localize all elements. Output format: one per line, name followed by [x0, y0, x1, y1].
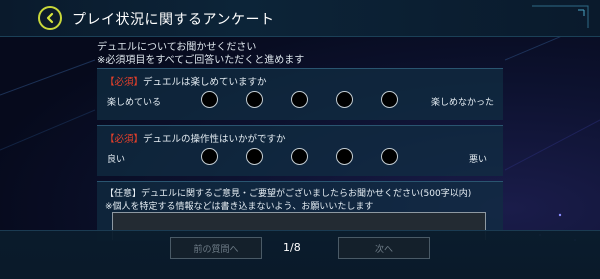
next-button[interactable]: 次へ [338, 237, 430, 259]
question-2-high-label: 悪い [469, 155, 488, 165]
question-1-high-label: 楽しめなかった [431, 98, 495, 108]
question-2-option-3[interactable] [291, 148, 308, 165]
intro-note: ※必須項目をすべてご回答いただくと進めます [97, 55, 305, 66]
intro-heading: デュエルについてお聞かせください [97, 42, 257, 53]
question-2-low-label: 良い [107, 155, 126, 165]
question-1-title: 【必須】デュエルは楽しめていますか [105, 74, 267, 88]
question-2-option-1[interactable] [201, 148, 218, 165]
page-title: プレイ状況に関するアンケート [72, 12, 275, 28]
header-bar: プレイ状況に関するアンケート [0, 0, 600, 37]
free-text-note: ※個人を特定する情報などは書き込まないよう、お願いいたします [105, 202, 374, 212]
page-indicator: 1/8 [283, 241, 301, 254]
prev-question-button[interactable]: 前の質問へ [170, 237, 262, 259]
question-1-panel: 【必須】デュエルは楽しめていますか 楽しめている 楽しめなかった [97, 68, 503, 120]
question-2-option-5[interactable] [381, 148, 398, 165]
question-2-panel: 【必須】デュエルの操作性はいかがですか 良い 悪い [97, 125, 503, 176]
question-1-option-5[interactable] [381, 91, 398, 108]
footer-bar [0, 230, 600, 279]
corner-ornament-icon [532, 5, 589, 28]
question-1-option-3[interactable] [291, 91, 308, 108]
question-1-option-4[interactable] [336, 91, 353, 108]
survey-intro: デュエルについてお聞かせください ※必須項目をすべてご回答いただくと進めます [97, 41, 304, 67]
question-2-title: 【必須】デュエルの操作性はいかがですか [105, 131, 286, 145]
question-1-text: デュエルは楽しめていますか [143, 77, 267, 88]
question-1-option-2[interactable] [246, 91, 263, 108]
question-1-option-1[interactable] [201, 91, 218, 108]
back-button[interactable] [38, 6, 62, 30]
required-tag: 【必須】 [105, 134, 144, 145]
question-2-text: デュエルの操作性はいかがですか [143, 134, 286, 145]
free-text-title: 【任意】デュエルに関するご意見・ご要望がございましたらお聞かせください(500字… [105, 189, 472, 199]
question-2-option-2[interactable] [246, 148, 263, 165]
question-1-low-label: 楽しめている [107, 98, 162, 108]
question-2-option-4[interactable] [336, 148, 353, 165]
chevron-left-icon [46, 12, 54, 24]
required-tag: 【必須】 [105, 77, 144, 88]
